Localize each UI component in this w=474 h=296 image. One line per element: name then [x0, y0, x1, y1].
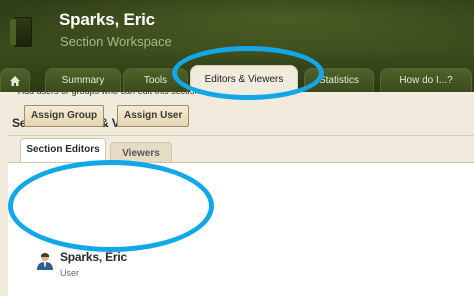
- user-icon: [37, 253, 53, 270]
- assign-group-button[interactable]: Assign Group: [24, 105, 105, 127]
- tab-how-do-i[interactable]: How do I...?: [380, 68, 472, 92]
- tab-summary[interactable]: Summary: [45, 68, 121, 92]
- workspace-owner-name: Sparks, Eric: [59, 10, 155, 29]
- subtab-viewers[interactable]: Viewers: [110, 142, 172, 164]
- subtab-section-editors[interactable]: Section Editors: [20, 138, 106, 162]
- title-divider: [8, 135, 474, 136]
- tab-statistics[interactable]: Statistics: [304, 68, 374, 92]
- tab-tools[interactable]: Tools: [123, 68, 188, 92]
- workspace-header: Sparks, Eric Section Workspace Summary T…: [0, 0, 474, 92]
- editor-name: Sparks, Eric: [60, 250, 127, 264]
- section-book-icon: [10, 17, 32, 47]
- assign-user-button[interactable]: Assign User: [117, 105, 190, 127]
- home-icon: [10, 76, 20, 87]
- workspace-subtitle: Section Workspace: [60, 34, 172, 49]
- editor-role: User: [60, 268, 80, 278]
- tab-home[interactable]: [0, 68, 30, 92]
- main-tab-bar: Summary Tools Editors & Viewers Statisti…: [0, 62, 474, 92]
- tab-editors-viewers[interactable]: Editors & Viewers: [190, 65, 298, 92]
